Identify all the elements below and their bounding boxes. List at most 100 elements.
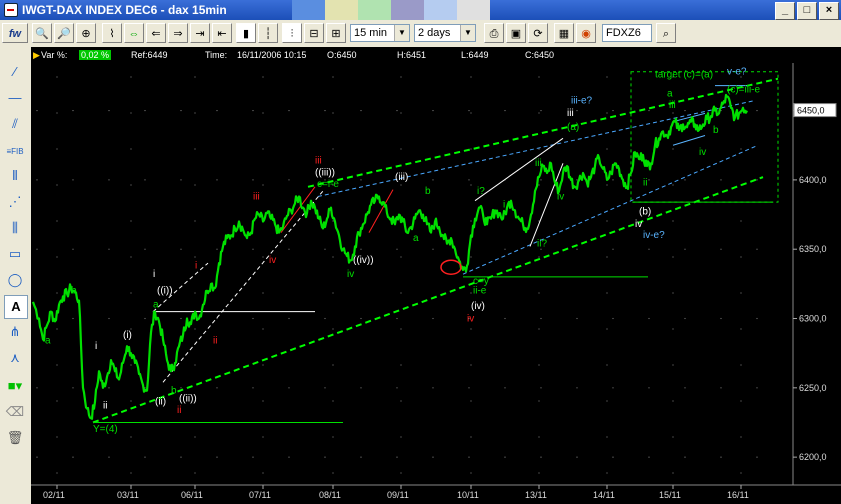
zoom-reset-icon[interactable]: ⊕ [76,23,96,43]
minimize-button[interactable]: _ [775,2,795,20]
eraser-icon[interactable]: ⌫ [4,401,26,423]
grid-dot [324,456,326,458]
wave-label: (a) [567,122,579,133]
scroll-end-icon[interactable]: ⇤ [212,23,232,43]
move-chart-icon[interactable]: ⇔ [124,23,144,43]
fan-tool-icon[interactable]: ⋰ [4,191,26,213]
zoom-in-icon[interactable]: 🔍 [32,23,52,43]
grid-dot [400,364,402,366]
grid-dot [360,317,362,320]
grid-icon[interactable]: ⊞ [326,23,346,43]
y-tick-label: 6400,0 [799,175,827,185]
wave-label: iv [557,191,564,202]
text-tool-icon[interactable]: A [4,295,28,319]
grid-dot [130,364,132,366]
split-icon[interactable]: ⊟ [304,23,324,43]
grid-dot [720,317,722,320]
grid-dot [612,456,614,458]
grid-dot [684,179,686,181]
grid-dot [432,248,434,250]
grid-dot [130,472,132,474]
table-icon[interactable]: ▦ [554,23,574,43]
vertical-lines-tool-icon[interactable]: ⦀ [4,165,26,187]
grid-dot [72,248,74,250]
wave-label: iv [467,313,474,324]
grid-dot [324,317,326,320]
grid-dot [504,109,506,112]
wave-label: iii [567,108,574,119]
grid-dot [262,400,264,402]
price-chart[interactable]: ▶ Var %: 0,02 % Ref:6449 Time: 16/11/200… [31,47,841,504]
grid-dot [576,109,578,112]
pitchfork-tool-icon[interactable]: ⋔ [4,321,26,343]
ellipse-tool-icon[interactable]: ◯ [4,269,26,291]
grid-dot [606,76,608,78]
grid-dot [576,456,578,458]
grid-dot [470,472,472,474]
grid-dot [400,400,402,402]
grid-dot [288,317,290,320]
grid-dot [130,436,132,438]
grid-dot [56,148,58,150]
candle-icon[interactable]: ▮ [236,23,256,43]
chart-canvas[interactable]: 6200,0 6250,0 6300,0 6350,0 6400,0 6450,0 02/1… [31,47,841,504]
grid-dot [130,220,132,222]
fw-button[interactable]: fw [2,23,28,43]
grid-dot [540,179,542,181]
bar-chart-icon[interactable]: ┆ [258,23,278,43]
grid-dot [288,456,290,458]
grid-dot [400,184,402,186]
close-button[interactable]: × [819,2,839,20]
maximize-button[interactable]: □ [797,2,817,20]
color-picker-icon[interactable]: ■▾ [4,375,26,397]
grid-dot [432,387,434,389]
channel-tool-icon[interactable]: ⫽ [4,113,26,135]
fibonacci-tool-icon[interactable]: ≡FIB [4,139,26,161]
range-select[interactable]: 2 days ▼ [414,24,476,42]
trendline-tool-icon[interactable]: ⁄ [4,61,26,83]
refresh-icon[interactable]: ⟳ [528,23,548,43]
grid-dot [262,256,264,258]
trash-icon[interactable]: 🗑 [4,427,26,449]
scroll-right-icon[interactable]: ⇥ [190,23,210,43]
grid-dot [72,317,74,320]
globe-icon[interactable]: ◉ [576,23,596,43]
expand-icon[interactable]: ⇒ [168,23,188,43]
grid-dot [262,292,264,294]
line-chart-icon[interactable]: ⌇ [102,23,122,43]
compress-icon[interactable]: ⇐ [146,23,166,43]
grid-dot [606,220,608,222]
wave-label: iii [669,100,676,111]
grid-dot [684,456,686,458]
grid-dot [468,179,470,181]
grid-dot [194,364,196,366]
grid-dot [648,179,650,181]
polyline-tool-icon[interactable]: ⋏ [4,347,26,369]
grid-dot [262,328,264,330]
grid-dot [612,179,614,181]
grid-dot [606,256,608,258]
grid-dot [180,248,182,250]
grid-dot [672,184,674,186]
trendline [672,135,706,146]
print-icon[interactable]: ⎙ [484,23,504,43]
horizontal-line-tool-icon[interactable]: — [4,87,26,109]
grid-dot [288,387,290,389]
grid-dot [612,387,614,389]
search-icon[interactable]: ⌕ [656,23,676,43]
grid-dot [720,456,722,458]
grid-dot [684,317,686,320]
grid-dot [252,179,254,181]
grid-dot [108,387,110,389]
symbol-input[interactable]: FDXZ6 [602,24,652,42]
zoom-out-icon[interactable]: 🔎 [54,23,74,43]
grid-dot [396,109,398,112]
grid-dot [740,328,742,330]
rectangle-tool-icon[interactable]: ▭ [4,243,26,265]
interval-select[interactable]: 15 min ▼ [350,24,410,42]
window-controls: _ □ × [775,2,839,20]
ohlc-icon[interactable]: ⫶ [282,23,302,43]
grid-dot [252,248,254,250]
save-icon[interactable]: ▣ [506,23,526,43]
cycle-tool-icon[interactable]: ⫼ [4,217,26,239]
